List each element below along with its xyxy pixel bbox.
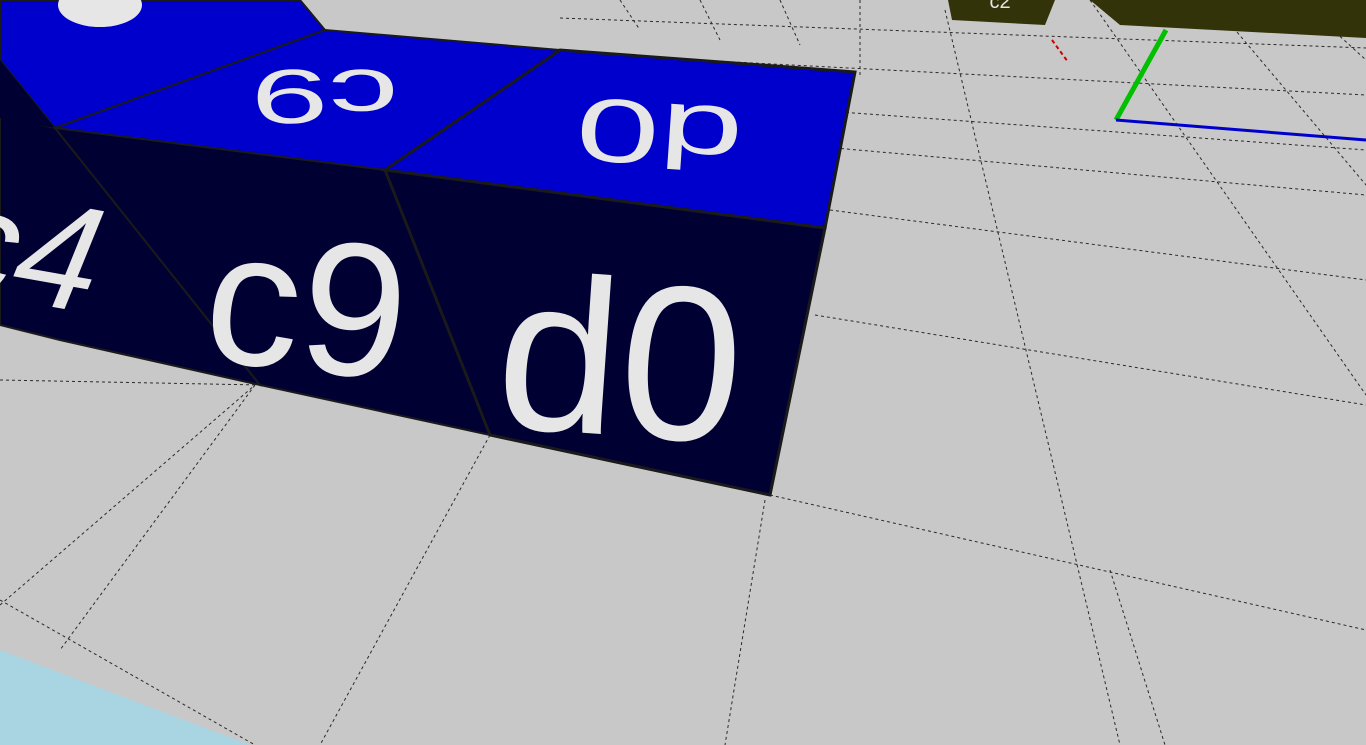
3d-viewport[interactable]: c2 c4 c9 c9 d0 d0 [0,0,1366,745]
cube-c9-side-label: c9 [196,189,418,421]
cube-d0-side-label: d0 [490,228,751,490]
cube-d0-top-label: d0 [573,78,746,190]
far-small-cube-label: c2 [989,0,1010,13]
cube-c9-top-label: c9 [251,54,399,140]
